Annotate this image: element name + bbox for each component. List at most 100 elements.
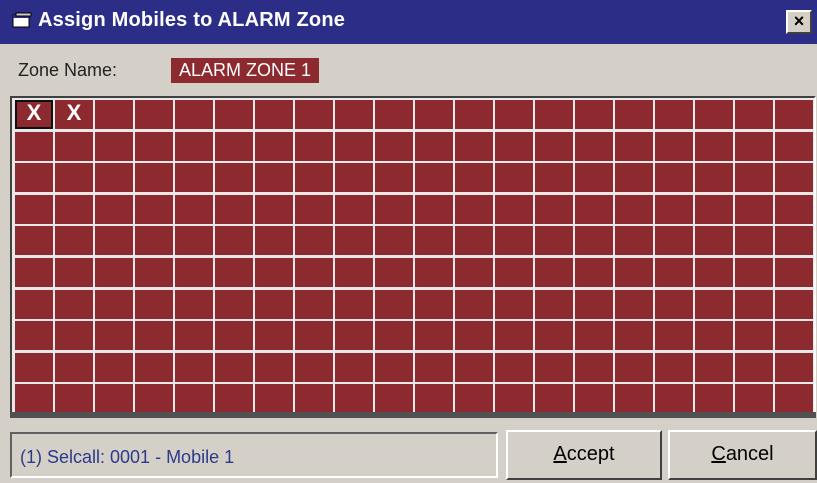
mobile-cell[interactable]: [295, 131, 333, 161]
mobile-cell[interactable]: [535, 289, 573, 319]
mobile-cell[interactable]: [655, 321, 693, 351]
mobile-cell[interactable]: [255, 163, 293, 193]
mobile-cell[interactable]: [255, 384, 293, 414]
mobile-cell[interactable]: X: [55, 100, 93, 129]
mobile-cell[interactable]: [575, 289, 613, 319]
mobile-cell[interactable]: [175, 289, 213, 319]
mobile-cell[interactable]: [615, 131, 653, 161]
mobile-cell[interactable]: [775, 226, 813, 256]
mobile-cell[interactable]: [615, 257, 653, 287]
mobile-cell[interactable]: [575, 384, 613, 414]
mobile-cell[interactable]: [55, 384, 93, 414]
mobile-cell[interactable]: [175, 384, 213, 414]
mobile-cell[interactable]: [295, 226, 333, 256]
mobile-cell[interactable]: [455, 131, 493, 161]
mobile-cell[interactable]: [335, 163, 373, 193]
mobile-cell[interactable]: [175, 131, 213, 161]
mobile-cell[interactable]: [295, 194, 333, 224]
mobile-cell[interactable]: [335, 321, 373, 351]
mobile-cell[interactable]: [215, 352, 253, 382]
mobile-cell[interactable]: [95, 289, 133, 319]
mobile-cell[interactable]: [295, 257, 333, 287]
mobile-cell[interactable]: [695, 100, 733, 129]
mobile-cell[interactable]: [575, 100, 613, 129]
mobile-cell[interactable]: [455, 384, 493, 414]
mobile-cell[interactable]: [175, 163, 213, 193]
mobile-cell[interactable]: [535, 226, 573, 256]
mobile-cell[interactable]: [375, 131, 413, 161]
mobile-cell[interactable]: [135, 321, 173, 351]
mobile-cell[interactable]: [415, 100, 453, 129]
mobile-cell[interactable]: [735, 352, 773, 382]
mobile-cell[interactable]: [495, 226, 533, 256]
mobile-cell[interactable]: [175, 257, 213, 287]
mobile-cell[interactable]: [215, 226, 253, 256]
mobile-cell[interactable]: [255, 226, 293, 256]
mobile-cell[interactable]: [735, 321, 773, 351]
mobile-cell[interactable]: [455, 163, 493, 193]
mobile-cell[interactable]: [55, 321, 93, 351]
mobile-grid[interactable]: XX: [15, 100, 813, 414]
mobile-cell[interactable]: [615, 321, 653, 351]
mobile-cell[interactable]: [575, 321, 613, 351]
mobile-cell[interactable]: [415, 384, 453, 414]
mobile-cell[interactable]: [695, 352, 733, 382]
mobile-cell[interactable]: [95, 257, 133, 287]
mobile-cell[interactable]: [415, 257, 453, 287]
mobile-cell[interactable]: [695, 163, 733, 193]
mobile-cell[interactable]: [455, 100, 493, 129]
mobile-cell[interactable]: [535, 131, 573, 161]
mobile-cell[interactable]: [415, 289, 453, 319]
mobile-cell[interactable]: [455, 289, 493, 319]
mobile-cell[interactable]: [455, 321, 493, 351]
mobile-cell[interactable]: [495, 384, 533, 414]
mobile-cell[interactable]: [55, 289, 93, 319]
mobile-cell[interactable]: [775, 131, 813, 161]
mobile-cell[interactable]: [255, 352, 293, 382]
mobile-cell[interactable]: [215, 289, 253, 319]
mobile-cell[interactable]: [535, 257, 573, 287]
mobile-cell[interactable]: [15, 321, 53, 351]
mobile-cell[interactable]: [135, 289, 173, 319]
mobile-cell[interactable]: [15, 257, 53, 287]
mobile-cell[interactable]: [335, 384, 373, 414]
mobile-cell[interactable]: [615, 194, 653, 224]
mobile-cell[interactable]: [135, 226, 173, 256]
mobile-cell[interactable]: [215, 131, 253, 161]
mobile-cell[interactable]: [95, 321, 133, 351]
mobile-cell[interactable]: [375, 384, 413, 414]
mobile-cell[interactable]: [55, 352, 93, 382]
mobile-cell[interactable]: [375, 226, 413, 256]
mobile-cell[interactable]: [375, 257, 413, 287]
mobile-cell[interactable]: [495, 194, 533, 224]
mobile-cell[interactable]: [375, 352, 413, 382]
mobile-cell[interactable]: [615, 100, 653, 129]
mobile-cell[interactable]: [95, 194, 133, 224]
mobile-cell[interactable]: [535, 100, 573, 129]
mobile-cell[interactable]: [655, 131, 693, 161]
mobile-cell[interactable]: X: [15, 100, 53, 129]
mobile-cell[interactable]: [695, 226, 733, 256]
mobile-cell[interactable]: [335, 257, 373, 287]
mobile-cell[interactable]: [655, 226, 693, 256]
mobile-cell[interactable]: [375, 321, 413, 351]
mobile-cell[interactable]: [775, 194, 813, 224]
mobile-cell[interactable]: [375, 194, 413, 224]
mobile-cell[interactable]: [255, 100, 293, 129]
mobile-cell[interactable]: [295, 100, 333, 129]
mobile-cell[interactable]: [495, 257, 533, 287]
mobile-cell[interactable]: [655, 163, 693, 193]
mobile-cell[interactable]: [255, 131, 293, 161]
mobile-cell[interactable]: [775, 257, 813, 287]
close-button[interactable]: ×: [786, 10, 812, 34]
mobile-cell[interactable]: [335, 352, 373, 382]
mobile-cell[interactable]: [735, 100, 773, 129]
mobile-cell[interactable]: [295, 352, 333, 382]
mobile-cell[interactable]: [775, 100, 813, 129]
mobile-cell[interactable]: [135, 163, 173, 193]
mobile-cell[interactable]: [15, 131, 53, 161]
mobile-cell[interactable]: [535, 384, 573, 414]
mobile-cell[interactable]: [535, 163, 573, 193]
mobile-cell[interactable]: [495, 100, 533, 129]
mobile-cell[interactable]: [215, 100, 253, 129]
